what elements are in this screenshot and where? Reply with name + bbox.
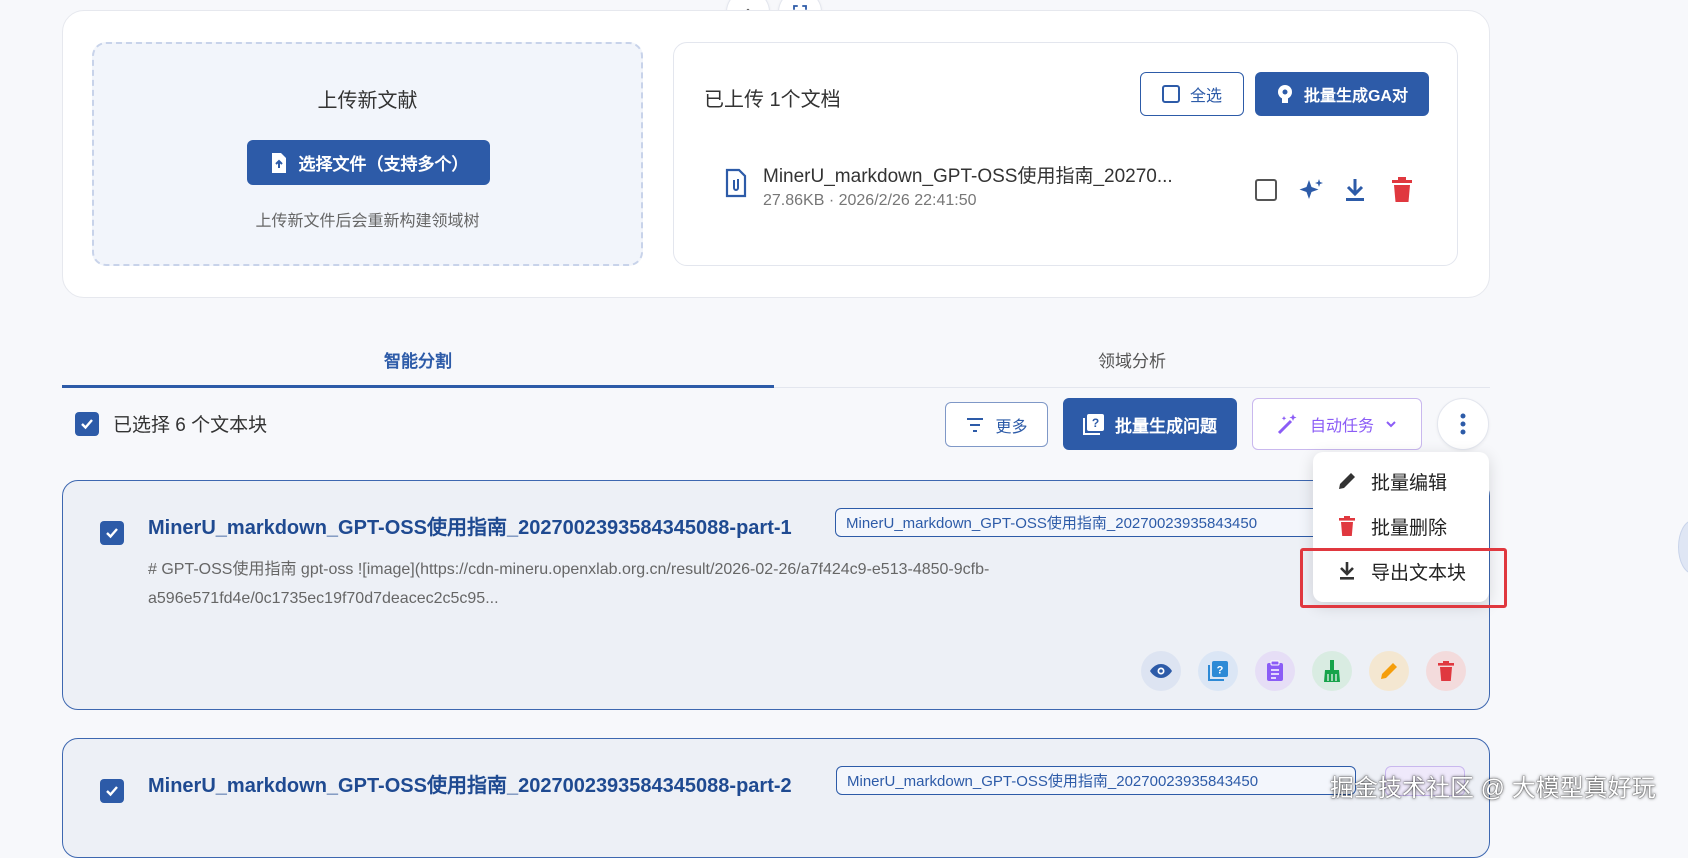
chunk-checkbox[interactable] [100,521,124,545]
tab-indicator [62,385,774,388]
upload-hint: 上传新文件后会重新构建领域树 [255,213,480,230]
check-icon [81,419,93,430]
generate-questions-icon[interactable]: ? [1198,651,1238,691]
tab-bar: 智能分割 领域分析 [62,330,1490,388]
batch-questions-label: 批量生成问题 [1115,416,1217,436]
menu-item-label: 批量删除 [1371,517,1448,539]
trash-icon [1335,515,1359,537]
select-all-button[interactable]: 全选 [1140,72,1244,116]
edit-icon[interactable] [1369,651,1409,691]
chunk-card[interactable]: MinerU_markdown_GPT-OSS使用指南_202700239358… [62,480,1490,710]
tab-domain-analysis[interactable]: 领域分析 [774,330,1490,388]
check-icon [106,786,118,797]
choose-file-button[interactable]: 选择文件（支持多个） [247,140,490,185]
batch-questions-button[interactable]: ? 批量生成问题 [1063,398,1237,450]
chunk-preview-line1: # GPT-OSS使用指南 gpt-oss ![image](https://c… [148,561,990,578]
menu-item-batch-edit[interactable]: 批量编辑 [1313,459,1489,503]
batch-ga-label: 批量生成GA对 [1303,88,1408,105]
svg-text:?: ? [1217,665,1224,677]
more-actions-button[interactable] [1437,398,1489,450]
menu-item-label: 批量编辑 [1371,472,1448,494]
auto-tasks-button[interactable]: 自动任务 [1252,398,1422,450]
lightbulb-icon [1277,85,1292,103]
checkbox-icon [1161,85,1180,103]
more-vertical-icon [1460,413,1466,435]
download-icon[interactable] [1342,176,1368,209]
menu-item-batch-delete[interactable]: 批量删除 [1313,504,1489,548]
file-upload-icon [271,152,286,173]
document-meta: 27.86KB · 2026/2/26 22:41:50 [763,192,977,209]
upload-title: 上传新文献 [317,90,418,112]
more-filter-button[interactable]: 更多 [945,402,1048,447]
selected-count: 已选择 6 个文本块 [113,415,268,436]
svg-text:?: ? [1092,416,1099,430]
delete-document-icon[interactable] [1390,176,1414,209]
document-checkbox[interactable] [1255,179,1277,201]
more-label: 更多 [995,418,1028,436]
batch-ga-button[interactable]: 批量生成GA对 [1255,72,1429,116]
chunk-source-tag: MinerU_markdown_GPT-OSS使用指南_202700239358… [836,766,1356,795]
uploaded-docs-panel: 已上传 1个文档 全选 批量生成GA对 MinerU_markdown_GPT-… [673,42,1458,266]
chevron-down-icon [1386,421,1396,428]
docs-count-title: 已上传 1个文档 [704,89,841,111]
chunk-preview-line2: a596e571fd4e/0c1735ec19f70d7deacec2c5c95… [148,590,499,607]
view-icon[interactable] [1141,651,1181,691]
side-floating-button[interactable] [1678,520,1688,574]
highlight-frame [1300,548,1507,608]
sparkle-icon[interactable] [1297,176,1325,209]
auto-tasks-label: 自动任务 [1309,418,1374,435]
upload-dropzone[interactable]: 上传新文献 选择文件（支持多个） 上传新文件后会重新构建领域树 [92,42,643,266]
clean-icon[interactable] [1312,651,1352,691]
magic-wand-icon [1277,414,1297,435]
watermark: 掘金技术社区 @ 大模型真好玩 [1330,775,1656,802]
select-all-chunks-checkbox[interactable] [75,412,99,436]
filter-icon [967,417,984,432]
question-icon: ? [1083,414,1104,435]
choose-file-label: 选择文件（支持多个） [298,155,469,174]
clipboard-icon[interactable] [1255,651,1295,691]
document-name[interactable]: MinerU_markdown_GPT-OSS使用指南_20270... [763,161,1173,188]
chunk-card[interactable]: MinerU_markdown_GPT-OSS使用指南_202700239358… [62,738,1490,858]
delete-chunk-icon[interactable] [1426,651,1466,691]
tab-smart-split[interactable]: 智能分割 [62,330,774,388]
document-file-icon [724,168,748,203]
pencil-icon [1335,471,1359,491]
chunk-title[interactable]: MinerU_markdown_GPT-OSS使用指南_202700239358… [148,511,792,540]
check-icon [106,528,118,539]
select-all-label: 全选 [1189,88,1222,105]
chunk-source-tag: MinerU_markdown_GPT-OSS使用指南_202700239358… [835,508,1355,537]
chunk-title[interactable]: MinerU_markdown_GPT-OSS使用指南_202700239358… [148,769,792,798]
chunk-checkbox[interactable] [100,779,124,803]
